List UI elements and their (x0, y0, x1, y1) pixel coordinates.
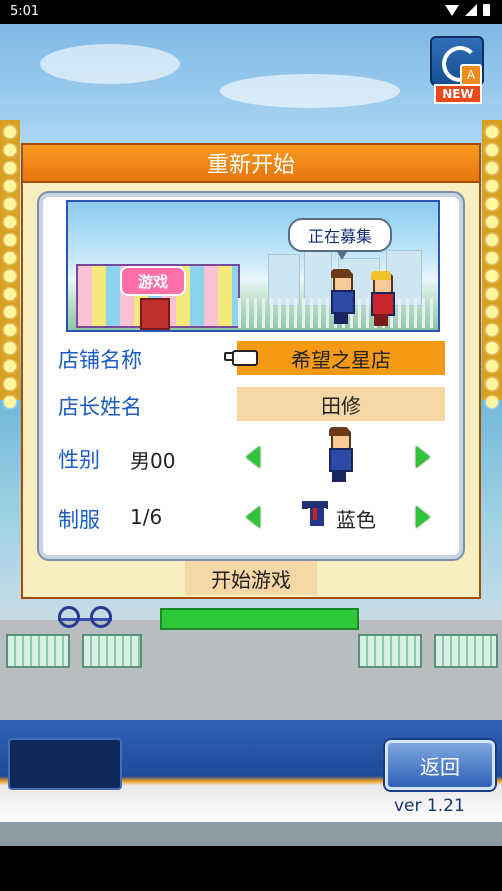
status-icons (445, 4, 490, 16)
shop-door (140, 298, 170, 330)
manager-name-label: 店长姓名 (58, 395, 142, 419)
navigation-bar (0, 846, 502, 891)
new-tag: NEW (434, 84, 482, 104)
info-box (8, 738, 122, 790)
back-button[interactable]: 返回 (385, 740, 495, 790)
marquee-lights-right (482, 120, 502, 408)
uniform-shirt-icon (302, 501, 328, 527)
status-bar: 5:01 (0, 0, 502, 24)
uniform-count: 1/6 (130, 505, 163, 529)
uniform-prev-arrow-icon[interactable] (246, 506, 260, 528)
start-game-button[interactable]: 开始游戏 (185, 561, 317, 595)
gender-label: 性别 (58, 448, 100, 472)
battery-icon (483, 4, 490, 16)
store-name-label: 店铺名称 (58, 348, 142, 372)
fence (6, 634, 70, 668)
gender-next-arrow-icon[interactable] (416, 446, 430, 468)
a-badge: A (460, 64, 482, 86)
uniform-next-arrow-icon[interactable] (416, 506, 430, 528)
female-character (370, 271, 395, 328)
manager-character (330, 269, 355, 326)
grass-patch (160, 608, 359, 630)
shop-sign: 游戏 (120, 266, 186, 296)
uniform-color: 蓝色 (336, 508, 376, 532)
cloud (220, 74, 400, 108)
dialog-title: 重新开始 (21, 143, 481, 183)
bicycle (58, 598, 112, 628)
uniform-label: 制服 (58, 508, 100, 532)
street (0, 620, 502, 720)
gender-prev-arrow-icon[interactable] (246, 446, 260, 468)
wifi-icon (445, 4, 459, 16)
new-feature-button[interactable]: A NEW (428, 34, 484, 104)
signal-icon (465, 4, 477, 16)
marquee-lights-left (0, 120, 20, 408)
cloud (40, 44, 180, 84)
gender-character (328, 427, 353, 484)
pointing-hand-icon (224, 346, 260, 366)
version-label: ver 1.21 (394, 796, 465, 816)
speech-bubble: 正在募集 (288, 218, 392, 260)
gender-value: 男00 (130, 449, 176, 473)
status-time: 5:01 (10, 4, 40, 19)
shop-preview-scene: 游戏 正在募集 (66, 200, 440, 332)
fence (434, 634, 498, 668)
fence (358, 634, 422, 668)
fence (82, 634, 142, 668)
store-name-field[interactable]: 希望之星店 (237, 341, 445, 375)
manager-name-field[interactable]: 田修 (237, 387, 445, 421)
